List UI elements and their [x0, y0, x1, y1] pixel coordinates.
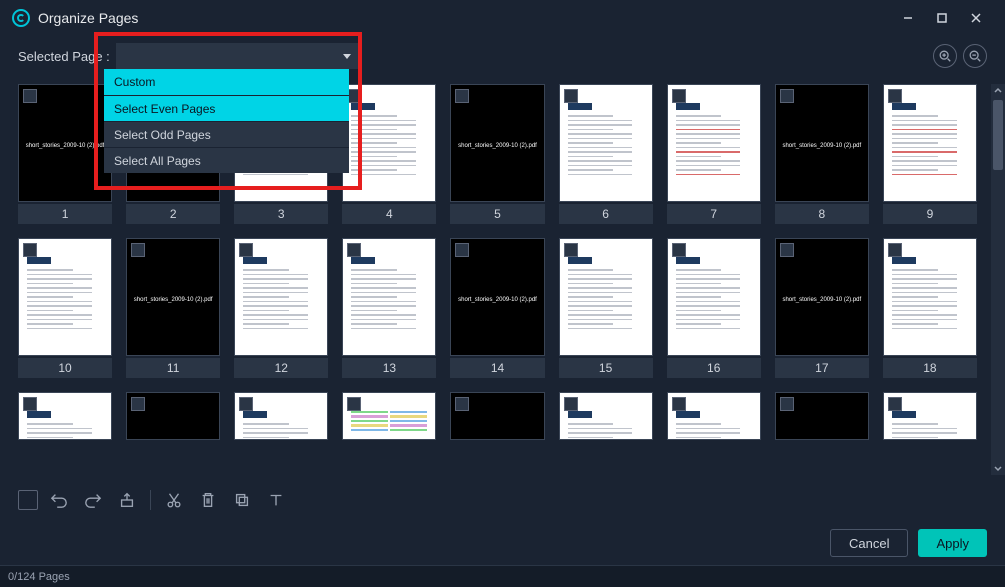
page-thumbnail[interactable]: short_stories_2009-10 (2).pdf 17 — [775, 238, 869, 378]
page-number: 1 — [18, 204, 112, 224]
thumbnail-filename: short_stories_2009-10 (2).pdf — [451, 143, 543, 149]
page-number: 4 — [342, 204, 436, 224]
thumbnail-filename: short_stories_2009-10 (2).pdf — [776, 297, 868, 303]
thumbnail-checkbox[interactable] — [780, 397, 794, 411]
page-thumbnail[interactable]: 24 — [559, 392, 653, 440]
page-thumbnail[interactable]: 4 — [342, 84, 436, 224]
dropdown-item-even[interactable]: Select Even Pages — [104, 95, 349, 121]
page-number: 11 — [126, 358, 220, 378]
page-number: 7 — [667, 204, 761, 224]
thumbnail-filename: short_stories_2009-10 (2).pdf — [776, 143, 868, 149]
page-thumbnail[interactable]: short_stories_2009-10 (2).pdf23 — [450, 392, 544, 440]
thumbnail-checkbox[interactable] — [780, 89, 794, 103]
thumbnail-checkbox[interactable] — [131, 243, 145, 257]
page-thumbnail[interactable]: short_stories_2009-10 (2).pdf 14 — [450, 238, 544, 378]
scrollbar-thumb[interactable] — [993, 100, 1003, 170]
copy-button[interactable] — [229, 487, 255, 513]
page-number: 10 — [18, 358, 112, 378]
page-number: 15 — [559, 358, 653, 378]
undo-button[interactable] — [46, 487, 72, 513]
page-thumbnail[interactable]: short_stories_2009-10 (2).pdf26 — [775, 392, 869, 440]
page-number: 18 — [883, 358, 977, 378]
chevron-down-icon — [343, 54, 351, 59]
toolbar-row: Selected Page : Custom Select Even Pages… — [0, 36, 1005, 76]
page-thumbnail[interactable]: 21 — [234, 392, 328, 440]
page-number: 17 — [775, 358, 869, 378]
vertical-scrollbar[interactable] — [991, 84, 1005, 475]
scroll-up-icon[interactable] — [991, 84, 1005, 98]
page-number: 14 — [450, 358, 544, 378]
page-thumbnail[interactable]: 6 — [559, 84, 653, 224]
thumbnail-checkbox[interactable] — [347, 397, 361, 411]
thumbnail-checkbox[interactable] — [131, 397, 145, 411]
thumbnail-filename: short_stories_2009-10 (2).pdf — [127, 297, 219, 303]
thumbnail-checkbox[interactable] — [23, 89, 37, 103]
page-thumbnail[interactable]: 16 — [667, 238, 761, 378]
thumbnail-filename: short_stories_2009-10 (2).pdf — [451, 297, 543, 303]
bottom-toolbar — [18, 483, 987, 517]
extract-button[interactable] — [114, 487, 140, 513]
page-number: 5 — [450, 204, 544, 224]
page-thumbnail[interactable]: short_stories_2009-10 (2).pdf20 — [126, 392, 220, 440]
page-number: 13 — [342, 358, 436, 378]
page-selection-dropdown[interactable] — [116, 43, 361, 69]
page-thumbnail[interactable]: short_stories_2009-10 (2).pdf 11 — [126, 238, 220, 378]
page-thumbnail[interactable]: 13 — [342, 238, 436, 378]
window-title: Organize Pages — [38, 10, 138, 26]
maximize-button[interactable] — [925, 4, 959, 32]
scroll-down-icon[interactable] — [991, 461, 1005, 475]
page-thumbnail[interactable]: short_stories_2009-10 (2).pdf 5 — [450, 84, 544, 224]
thumbnail-checkbox[interactable] — [780, 243, 794, 257]
footer-buttons: Cancel Apply — [830, 529, 987, 557]
page-thumbnail[interactable]: 18 — [883, 238, 977, 378]
thumbnail-filename: short_stories_2009-10 (2).pdf — [19, 143, 111, 149]
page-thumbnail[interactable]: 19 — [18, 392, 112, 440]
page-count-status: 0/124 Pages — [8, 571, 70, 583]
page-thumbnail[interactable]: 25 — [667, 392, 761, 440]
page-number: 3 — [234, 204, 328, 224]
thumbnail-checkbox[interactable] — [455, 89, 469, 103]
page-thumbnail[interactable]: 27 — [883, 392, 977, 440]
cut-button[interactable] — [161, 487, 187, 513]
selected-pages-label: Selected Page : — [18, 49, 110, 64]
zoom-out-button[interactable] — [963, 44, 987, 68]
dropdown-panel: Custom Select Even Pages Select Odd Page… — [104, 69, 349, 173]
page-number: 6 — [559, 204, 653, 224]
status-bar: 0/124 Pages — [0, 565, 1005, 587]
minimize-button[interactable] — [891, 4, 925, 32]
page-thumbnail[interactable]: 9 — [883, 84, 977, 224]
apply-button[interactable]: Apply — [918, 529, 987, 557]
page-thumbnail[interactable]: short_stories_2009-10 (2).pdf 8 — [775, 84, 869, 224]
page-number: 12 — [234, 358, 328, 378]
dropdown-item-odd[interactable]: Select Odd Pages — [104, 121, 349, 147]
text-button[interactable] — [263, 487, 289, 513]
page-thumbnail[interactable]: 15 — [559, 238, 653, 378]
cancel-button[interactable]: Cancel — [830, 529, 908, 557]
redo-button[interactable] — [80, 487, 106, 513]
close-button[interactable] — [959, 4, 993, 32]
dropdown-item-all[interactable]: Select All Pages — [104, 147, 349, 173]
delete-button[interactable] — [195, 487, 221, 513]
page-number: 16 — [667, 358, 761, 378]
page-thumbnail[interactable]: 7 — [667, 84, 761, 224]
select-checkbox[interactable] — [18, 490, 38, 510]
page-thumbnail[interactable]: 10 — [18, 238, 112, 378]
toolbar-divider — [150, 490, 151, 510]
page-number: 2 — [126, 204, 220, 224]
page-number: 8 — [775, 204, 869, 224]
thumbnail-checkbox[interactable] — [455, 243, 469, 257]
page-thumbnail[interactable]: 22 — [342, 392, 436, 440]
dropdown-item-custom[interactable]: Custom — [104, 69, 349, 95]
thumbnail-checkbox[interactable] — [455, 397, 469, 411]
app-icon — [12, 9, 30, 27]
page-thumbnail[interactable]: short_stories_2009-10 (2).pdf 1 — [18, 84, 112, 224]
zoom-in-button[interactable] — [933, 44, 957, 68]
titlebar: Organize Pages — [0, 0, 1005, 36]
page-number: 9 — [883, 204, 977, 224]
page-thumbnail[interactable]: 12 — [234, 238, 328, 378]
